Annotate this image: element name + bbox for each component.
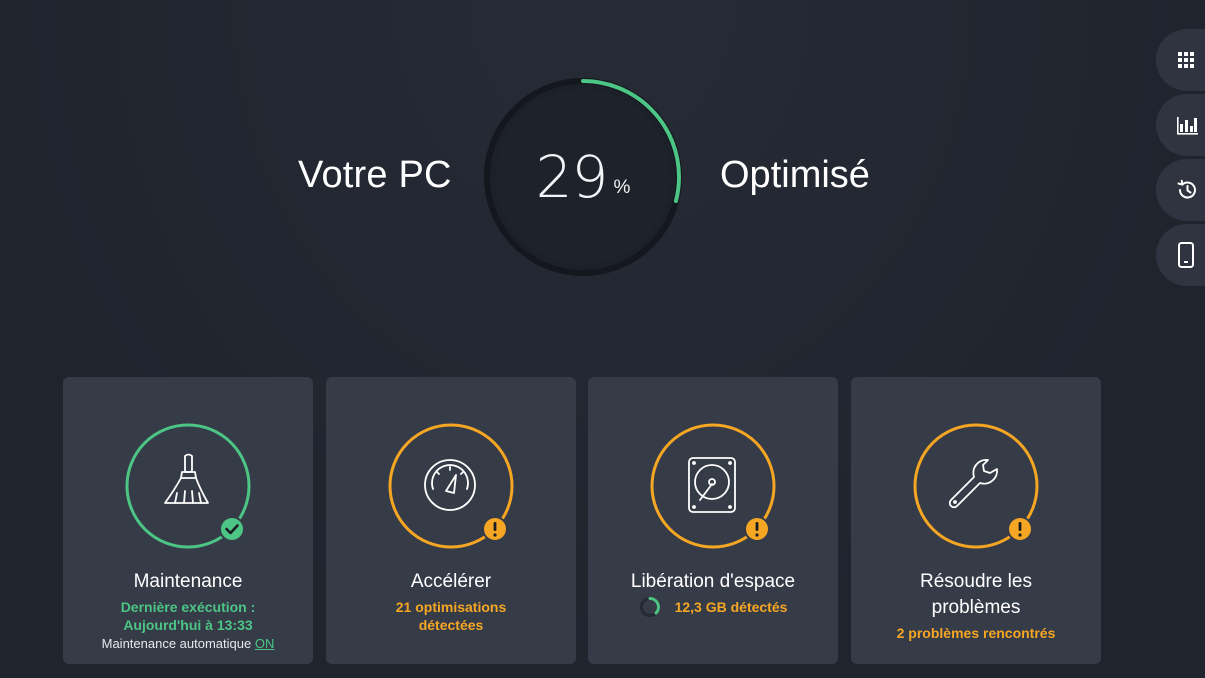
bar-chart-icon	[1177, 117, 1198, 135]
hero-left-text: Votre PC	[298, 154, 452, 196]
rail-button-stats[interactable]	[1156, 94, 1205, 156]
free-space-ring	[650, 423, 776, 549]
rail-button-apps[interactable]	[1156, 29, 1205, 91]
card-title-line1: Résoudre les	[920, 571, 1032, 592]
card-title: Libération d'espace	[630, 571, 796, 592]
maintenance-last-run-label: Dernière exécution :	[120, 599, 256, 615]
warning-badge-icon	[744, 516, 770, 542]
auto-maintenance-label: Maintenance automatique	[101, 636, 252, 651]
card-maintenance[interactable]: Maintenance Dernière exécution : Aujourd…	[63, 377, 313, 664]
speed-up-ring	[388, 423, 514, 549]
wrench-icon	[948, 459, 998, 509]
auto-maintenance-line: Maintenance automatique ON	[63, 636, 313, 651]
phone-icon	[1178, 242, 1194, 268]
card-free-space[interactable]: Libération d'espace 12,3 GB détectés	[588, 377, 838, 664]
broom-icon	[164, 453, 209, 504]
hero-right-text: Optimisé	[720, 154, 870, 196]
fix-problems-count: 2 problèmes rencontrés	[896, 625, 1056, 641]
card-speed-up[interactable]: Accélérer 21 optimisations détectées	[326, 377, 576, 664]
speed-up-count: 21 optimisations	[395, 599, 507, 615]
grid-icon	[1178, 52, 1194, 68]
score-unit: %	[613, 177, 631, 198]
history-clock-icon	[1177, 179, 1196, 199]
card-title: Maintenance	[133, 571, 243, 592]
speedometer-icon	[424, 459, 476, 511]
rail-button-history[interactable]	[1156, 159, 1205, 221]
speed-up-detected: détectées	[418, 617, 484, 633]
score-gauge[interactable]: 29 %	[482, 76, 684, 278]
maintenance-ring	[125, 423, 251, 549]
fix-problems-ring	[913, 423, 1039, 549]
warning-badge-icon	[1007, 516, 1033, 542]
free-space-detected: 12,3 GB détectés	[674, 599, 788, 615]
score-value: 29	[535, 143, 609, 211]
card-title-line2: problèmes	[931, 597, 1021, 618]
card-fix-problems[interactable]: Résoudre les problèmes 2 problèmes renco…	[851, 377, 1101, 664]
maintenance-last-run-time: Aujourd'hui à 13:33	[123, 617, 253, 633]
warning-badge-icon	[482, 516, 508, 542]
check-badge-icon	[219, 516, 245, 542]
rail-button-mobile[interactable]	[1156, 224, 1205, 286]
free-space-status: 12,3 GB détectés	[588, 596, 838, 618]
card-title: Accélérer	[410, 571, 492, 592]
app-window: Votre PC 29 % Optimisé Maintenance Derni…	[0, 0, 1205, 678]
loading-spinner-icon	[639, 597, 660, 617]
auto-maintenance-toggle-link[interactable]: ON	[255, 636, 275, 651]
hard-drive-icon	[688, 457, 736, 513]
